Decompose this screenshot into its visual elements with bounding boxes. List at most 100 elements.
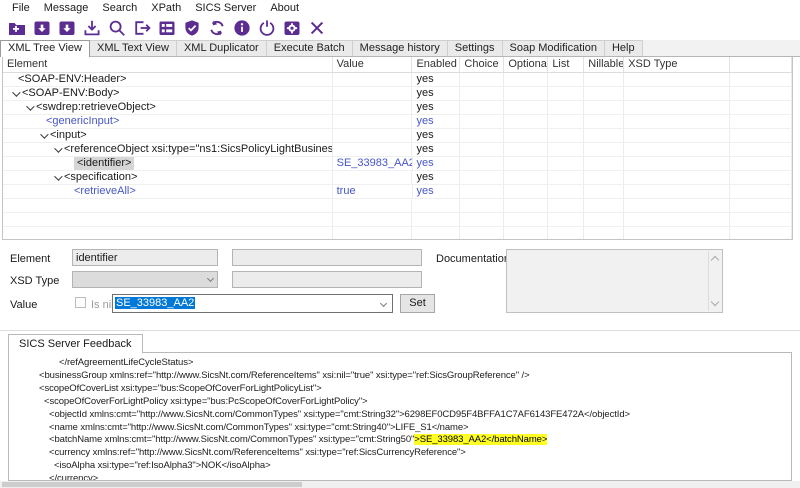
menu-item-file[interactable]: File xyxy=(5,2,37,14)
xsd-type-dropdown[interactable] xyxy=(72,271,218,288)
save-message-button[interactable] xyxy=(29,17,54,39)
menu-item-sics-server[interactable]: SICS Server xyxy=(188,2,263,14)
column-header-enabled[interactable]: Enabled xyxy=(412,57,460,72)
documentation-scrollbar[interactable] xyxy=(708,251,721,311)
scrollbar-thumb[interactable] xyxy=(2,482,302,487)
batch-blocks-button[interactable] xyxy=(154,17,179,39)
documentation-textarea[interactable] xyxy=(506,249,723,313)
table-row[interactable] xyxy=(3,227,792,240)
info-button[interactable] xyxy=(229,17,254,39)
empty-cell xyxy=(3,199,333,212)
menu-item-search[interactable]: Search xyxy=(95,2,144,14)
table-row[interactable]: <referenceObject xsi:type="ns1:SicsPolic… xyxy=(3,143,792,157)
empty-cell xyxy=(730,213,792,226)
tab-settings[interactable]: Settings xyxy=(448,40,503,56)
element-tag-text[interactable]: <specification> xyxy=(64,171,137,184)
empty-cell xyxy=(460,185,504,198)
empty-cell xyxy=(460,87,504,100)
expand-chevron-icon[interactable] xyxy=(12,88,20,96)
table-row[interactable]: <SOAP-ENV:Header>yes xyxy=(3,73,792,87)
table-row[interactable]: <identifier>SE_33983_AA2yes xyxy=(3,157,792,171)
refresh-button[interactable] xyxy=(204,17,229,39)
tab-help[interactable]: Help xyxy=(605,40,643,56)
table-row[interactable]: <genericInput>yes xyxy=(3,115,792,129)
column-header-optional[interactable]: Optional xyxy=(504,57,548,72)
table-row[interactable] xyxy=(3,199,792,213)
empty-cell xyxy=(584,87,624,100)
table-row[interactable]: <retrieveAll>trueyes xyxy=(3,185,792,199)
folder-plus-button[interactable] xyxy=(4,17,29,39)
empty-cell xyxy=(624,87,730,100)
element-name-input[interactable] xyxy=(73,250,217,265)
element-tag-text[interactable]: <identifier> xyxy=(74,157,134,170)
settings-gear-button[interactable] xyxy=(279,17,304,39)
menu-item-about[interactable]: About xyxy=(263,2,306,14)
scroll-down-icon[interactable] xyxy=(711,298,719,306)
save-message-as-button[interactable] xyxy=(54,17,79,39)
expand-chevron-icon[interactable] xyxy=(26,102,34,110)
tab-xml-tree-view[interactable]: XML Tree View xyxy=(0,40,90,57)
value-combobox[interactable]: SE_33983_AA2 xyxy=(112,294,393,313)
value-cell xyxy=(333,129,413,142)
column-header-list[interactable]: List xyxy=(548,57,584,72)
export-button[interactable] xyxy=(129,17,154,39)
element-tag-text[interactable]: <SOAP-ENV:Body> xyxy=(22,87,119,100)
element-name-field-2[interactable] xyxy=(232,249,422,266)
empty-cell xyxy=(460,101,504,114)
element-name-input-2[interactable] xyxy=(233,250,421,265)
element-tag-text[interactable]: <input> xyxy=(50,129,87,142)
enabled-cell: yes xyxy=(412,143,460,156)
value-selected-text: SE_33983_AA2 xyxy=(115,297,195,309)
search-button[interactable] xyxy=(104,17,129,39)
horizontal-scrollbar[interactable] xyxy=(0,481,800,488)
column-header-element[interactable]: Element xyxy=(3,57,333,72)
feedback-xml-line: <batchName xmlns:cmt="http://www.SicsNt.… xyxy=(9,434,791,447)
empty-cell xyxy=(460,227,504,240)
empty-cell xyxy=(730,129,792,142)
xsd-type-field-2[interactable] xyxy=(232,271,422,288)
value-cell xyxy=(333,171,413,184)
power-button[interactable] xyxy=(254,17,279,39)
empty-cell xyxy=(548,129,584,142)
column-header-spacer[interactable] xyxy=(730,57,792,72)
element-tag-text[interactable]: <SOAP-ENV:Header> xyxy=(18,73,126,86)
is-nil-checkbox[interactable] xyxy=(75,297,86,308)
table-row[interactable]: <swdrep:retrieveObject>yes xyxy=(3,101,792,115)
tab-message-history[interactable]: Message history xyxy=(353,40,448,56)
element-label: Element xyxy=(10,253,50,265)
element-tag-text[interactable]: <referenceObject xsi:type="ns1:SicsPolic… xyxy=(64,143,333,156)
element-name-field[interactable] xyxy=(72,249,218,266)
menu-item-xpath[interactable]: XPath xyxy=(144,2,188,14)
xml-text: <scopeOfCoverForLightPolicy xsi:type="bu… xyxy=(44,396,368,407)
tab-soap-modification[interactable]: Soap Modification xyxy=(503,40,605,56)
element-tag-text[interactable]: <genericInput> xyxy=(46,115,119,128)
close-button[interactable] xyxy=(304,17,329,39)
xml-text: <name xmlns:cmt="http://www.SicsNt.com/C… xyxy=(49,422,469,433)
table-row[interactable] xyxy=(3,213,792,227)
download-button[interactable] xyxy=(79,17,104,39)
table-row[interactable]: <input>yes xyxy=(3,129,792,143)
set-button[interactable]: Set xyxy=(400,294,435,313)
xsd-type-input-2[interactable] xyxy=(233,272,421,287)
table-row[interactable]: <SOAP-ENV:Body>yes xyxy=(3,87,792,101)
feedback-panel-tab[interactable]: SICS Server Feedback xyxy=(8,334,143,353)
column-header-nillable[interactable]: Nillable xyxy=(584,57,624,72)
tab-execute-batch[interactable]: Execute Batch xyxy=(267,40,353,56)
search-icon xyxy=(108,19,126,37)
tab-xml-text-view[interactable]: XML Text View xyxy=(90,40,177,56)
expand-chevron-icon[interactable] xyxy=(54,144,62,152)
menu-item-message[interactable]: Message xyxy=(37,2,96,14)
tab-xml-duplicator[interactable]: XML Duplicator xyxy=(177,40,267,56)
element-tag-text[interactable]: <swdrep:retrieveObject> xyxy=(36,101,156,114)
expand-chevron-icon[interactable] xyxy=(40,130,48,138)
expand-chevron-icon[interactable] xyxy=(54,172,62,180)
empty-cell xyxy=(548,101,584,114)
column-header-xsd-type[interactable]: XSD Type xyxy=(624,57,730,72)
empty-cell xyxy=(460,73,504,86)
shield-check-button[interactable] xyxy=(179,17,204,39)
element-tag-text[interactable]: <retrieveAll> xyxy=(74,185,136,198)
table-row[interactable]: <specification>yes xyxy=(3,171,792,185)
column-header-choice[interactable]: Choice xyxy=(460,57,504,72)
column-header-value[interactable]: Value xyxy=(333,57,413,72)
scroll-up-icon[interactable] xyxy=(711,256,719,264)
